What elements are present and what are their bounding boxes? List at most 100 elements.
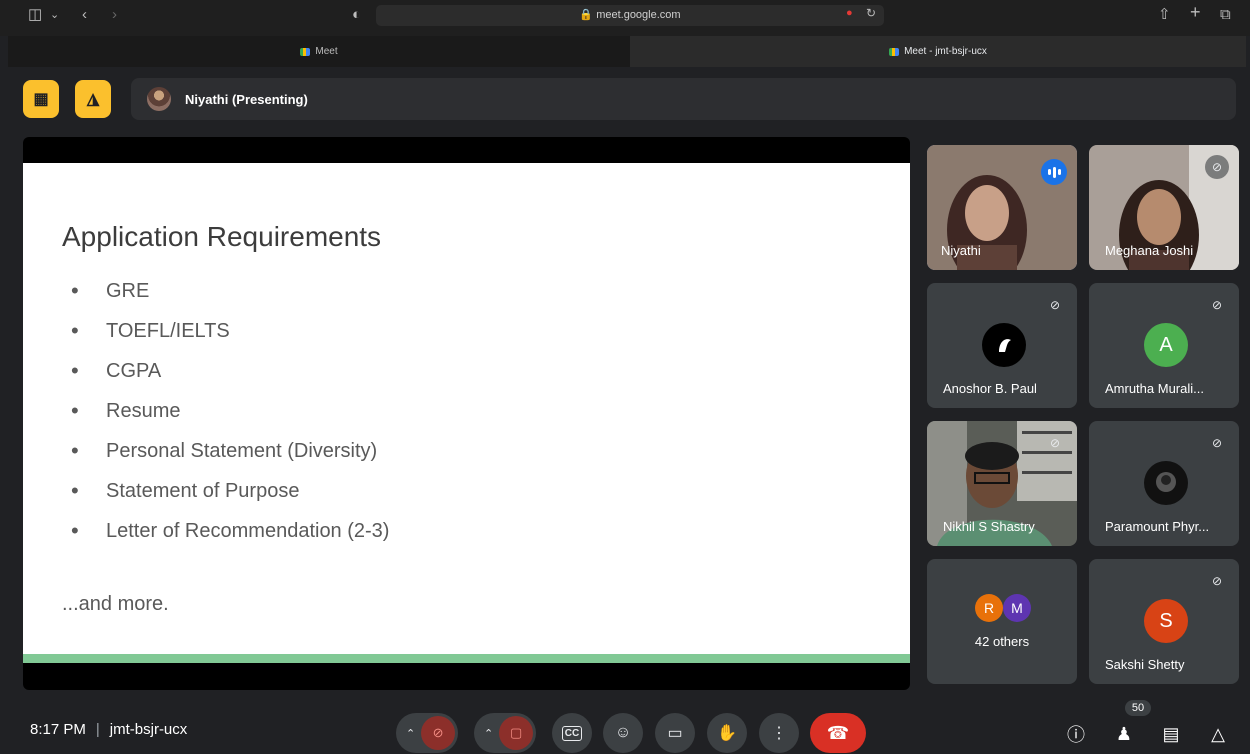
address-bar[interactable]: 🔒 meet.google.com ● ↻ [376,5,884,26]
participant-tile-anoshor-paul[interactable]: ⊘ Anoshor B. Paul [927,283,1077,408]
speaking-indicator-icon [1041,159,1067,185]
participant-tile-paramount-phyr[interactable]: ⊘ Paramount Phyr... [1089,421,1239,546]
slide-accent-band [23,654,910,663]
more-options-button[interactable]: ⋮ [759,713,799,753]
participant-name: Paramount Phyr... [1105,519,1210,534]
chevron-down-icon[interactable]: ⌄ [50,6,59,24]
presenter-name: Niyathi (Presenting) [185,91,308,107]
leave-call-button[interactable]: ☎ [810,713,866,753]
bird-icon [999,339,1011,352]
participant-avatar: M [1003,594,1031,622]
forward-icon[interactable]: › [112,6,117,24]
participant-tile-sakshi-shetty[interactable]: ⊘ S Sakshi Shetty [1089,559,1239,684]
participant-tile-meghana-joshi[interactable]: ⊘ Meghana Joshi [1089,145,1239,270]
door-icon: ◮ [86,91,100,108]
presenter-avatar [147,87,171,111]
participant-name: Niyathi [941,243,981,258]
chevron-up-icon[interactable]: ⌃ [406,727,415,740]
hand-icon: ✋ [717,725,737,742]
reload-icon[interactable]: ↻ [866,6,876,20]
mic-off-icon: ⊘ [1211,574,1223,588]
mic-off-icon: ⊘ [1049,298,1061,312]
present-button[interactable]: ▭ [655,713,695,753]
privacy-shield-icon[interactable]: ◐ [352,6,361,24]
divider: | [95,721,100,738]
chat-button[interactable]: ▤ [1157,720,1185,748]
mic-off-icon: ⊘ [1205,155,1229,179]
participant-avatar [982,323,1026,367]
mic-off-icon: ⊘ [1049,436,1061,450]
bullet-item: Personal Statement (Diversity) [71,431,389,471]
participant-tile-amrutha-murali[interactable]: ⊘ A Amrutha Murali... [1089,283,1239,408]
others-count: 42 others [974,634,1030,649]
activities-icon: △ [1211,723,1225,744]
bullet-item: Letter of Recommendation (2-3) [71,511,389,551]
share-icon[interactable]: ⇧ [1158,6,1171,24]
bullet-item: GRE [71,271,389,311]
emoji-icon: ☺ [614,724,632,741]
profile-photo-icon [1156,472,1176,492]
info-icon: ⓘ [1067,725,1085,745]
participant-count-badge: 50 [1125,700,1151,716]
slide-bullet-list: GRE TOEFL/IELTS CGPA Resume Personal Sta… [71,271,389,551]
url-text: meet.google.com [596,9,681,21]
participant-name: Sakshi Shetty [1105,657,1185,672]
people-icon: ♟ [1115,723,1133,744]
tab-label: Meet [315,46,338,57]
camera-control[interactable]: ⌃ ▢ [474,713,536,753]
others-tile[interactable]: R M 42 others [927,559,1077,684]
exit-fullscreen-button[interactable]: ◮ [75,80,111,118]
meet-logo-icon [889,47,900,56]
mic-off-icon[interactable]: ⊘ [421,716,455,750]
back-icon[interactable]: ‹ [82,6,87,24]
slide: Application Requirements GRE TOEFL/IELTS… [23,163,910,663]
captions-button[interactable]: CC [552,713,592,753]
microphone-in-use-icon: ● [846,7,853,19]
bullet-item: Resume [71,391,389,431]
presenter-bar: Niyathi (Presenting) [131,78,1236,120]
participant-name: Meghana Joshi [1105,243,1194,258]
browser-toolbar: ◫ ⌄ ‹ › ◐ 🔒 meet.google.com ● ↻ ⇧ + ⧉ [0,0,1250,36]
participant-tile-nikhil-shastry[interactable]: ⊘ Nikhil S Shastry [927,421,1077,546]
reactions-button[interactable]: ☺ [603,713,643,753]
meet-logo-icon [300,47,311,56]
participant-name: Nikhil S Shastry [943,519,1035,534]
camera-off-icon[interactable]: ▢ [499,716,533,750]
people-button[interactable]: ♟ [1110,720,1138,748]
mic-off-icon: ⊘ [1211,436,1223,450]
tab-meet[interactable]: Meet [8,36,630,67]
participant-avatar: S [1144,599,1188,643]
meeting-info: 8:17 PM | jmt-bsjr-ucx [30,721,187,738]
participant-name: Anoshor B. Paul [943,381,1037,396]
participant-avatar: R [975,594,1003,622]
lock-icon: 🔒 [579,9,594,21]
mic-off-icon: ⊘ [1211,298,1223,312]
participant-tile-niyathi[interactable]: Niyathi [927,145,1077,270]
sidebar-toggle-icon[interactable]: ◫ [28,6,42,24]
tab-label: Meet - jmt-bsjr-ucx [904,46,987,57]
tab-meet-call[interactable]: Meet - jmt-bsjr-ucx [630,36,1246,67]
participant-avatar [1144,461,1188,505]
bullet-item: CGPA [71,351,389,391]
microphone-control[interactable]: ⌃ ⊘ [396,713,458,753]
slide-title: Application Requirements [62,221,382,252]
bullet-item: TOEFL/IELTS [71,311,389,351]
chevron-up-icon[interactable]: ⌃ [484,727,493,740]
new-tab-icon[interactable]: + [1190,3,1201,21]
activities-button[interactable]: △ [1204,720,1232,748]
presentation-stage: Application Requirements GRE TOEFL/IELTS… [23,137,910,690]
present-screen-icon: ▭ [667,725,683,742]
clock-time: 8:17 PM [30,721,86,738]
more-vertical-icon: ⋮ [771,725,787,742]
closed-captions-icon: CC [561,725,583,741]
raise-hand-button[interactable]: ✋ [707,713,747,753]
participant-name: Amrutha Murali... [1105,381,1204,396]
meeting-code: jmt-bsjr-ucx [109,721,188,738]
tab-overview-icon[interactable]: ⧉ [1220,6,1231,24]
tab-bar: Meet Meet - jmt-bsjr-ucx [8,36,1246,67]
hide-tiles-button[interactable]: ▦ [23,80,59,118]
slide-more-text: ...and more. [62,593,169,615]
layout-off-icon: ▦ [33,91,49,108]
bullet-item: Statement of Purpose [71,471,389,511]
meeting-details-button[interactable]: ⓘ [1062,720,1090,748]
